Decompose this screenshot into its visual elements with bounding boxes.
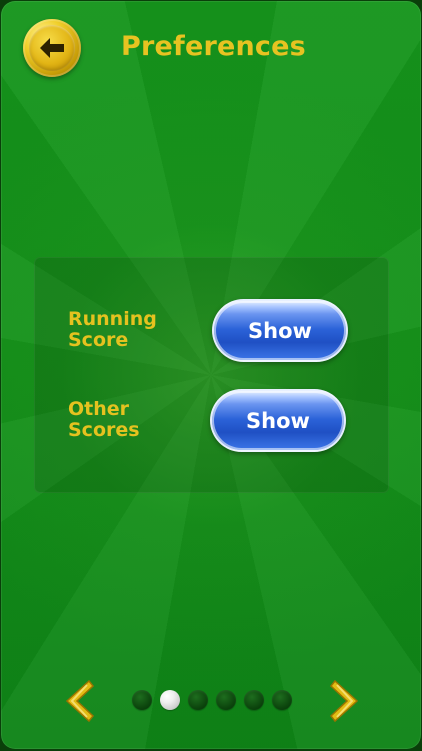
other-scores-show-button[interactable]: Show xyxy=(210,389,346,452)
preferences-screen: Preferences Running Score Show Other Sco… xyxy=(1,1,421,749)
page-dot-1[interactable] xyxy=(132,690,152,710)
page-title: Preferences xyxy=(121,31,306,62)
arrow-left-icon xyxy=(40,38,64,58)
setting-label-running-score: Running Score xyxy=(68,308,157,351)
page-dot-2[interactable] xyxy=(160,690,180,710)
setting-label-other-scores: Other Scores xyxy=(68,398,140,441)
chevron-right-icon[interactable] xyxy=(327,677,365,725)
page-dot-5[interactable] xyxy=(244,690,264,710)
setting-row-other-scores: Other Scores Show xyxy=(34,389,389,459)
page-indicator xyxy=(132,690,293,710)
settings-panel: Running Score Show Other Scores Show xyxy=(34,257,389,493)
setting-row-running-score: Running Score Show xyxy=(34,299,389,369)
chevron-left-icon[interactable] xyxy=(59,677,97,725)
page-dot-6[interactable] xyxy=(272,690,292,710)
page-dot-4[interactable] xyxy=(216,690,236,710)
back-button[interactable] xyxy=(23,19,81,77)
page-dot-3[interactable] xyxy=(188,690,208,710)
running-score-show-button[interactable]: Show xyxy=(212,299,348,362)
